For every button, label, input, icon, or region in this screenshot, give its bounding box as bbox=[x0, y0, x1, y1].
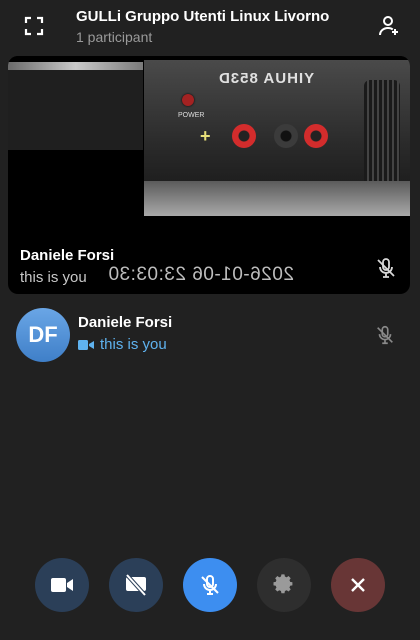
video-feed: YIHUA 853D POWER + bbox=[8, 56, 410, 216]
call-header: GULLi Gruppo Utenti Linux Livorno 1 part… bbox=[0, 0, 420, 52]
call-controls bbox=[0, 558, 420, 614]
toggle-mic-button[interactable] bbox=[183, 558, 237, 612]
participant-status-text: this is you bbox=[100, 336, 167, 353]
video-timestamp: 2026-01-06 23:03:30 bbox=[108, 264, 294, 285]
fullscreen-button[interactable] bbox=[20, 12, 48, 40]
participant-mic-status bbox=[374, 324, 396, 346]
participant-count: 1 participant bbox=[76, 29, 153, 45]
avatar: DF bbox=[16, 308, 70, 362]
settings-button[interactable] bbox=[257, 558, 311, 612]
screen-share-off-icon bbox=[125, 574, 147, 596]
end-call-button[interactable] bbox=[331, 558, 385, 612]
add-participant-button[interactable] bbox=[374, 12, 402, 40]
mic-off-icon bbox=[201, 575, 219, 595]
device-label: YIHUA 853D bbox=[218, 70, 315, 87]
power-label: POWER bbox=[178, 112, 205, 119]
gear-icon bbox=[273, 574, 293, 594]
screen-share-button[interactable] bbox=[109, 558, 163, 612]
video-camera-icon bbox=[78, 339, 94, 350]
mic-off-icon bbox=[377, 325, 393, 345]
video-background-screen bbox=[8, 62, 143, 150]
fullscreen-icon bbox=[24, 16, 44, 36]
toggle-video-button[interactable] bbox=[35, 558, 89, 612]
tile-self-label: this is you bbox=[20, 269, 87, 286]
close-icon bbox=[351, 578, 365, 592]
tile-mic-status bbox=[374, 256, 398, 280]
participant-status: this is you bbox=[78, 336, 167, 353]
tile-participant-name: Daniele Forsi bbox=[20, 247, 115, 264]
mic-off-icon bbox=[377, 258, 395, 278]
chat-title: GULLi Gruppo Utenti Linux Livorno bbox=[76, 8, 330, 25]
video-camera-icon bbox=[51, 578, 73, 592]
participant-list-item[interactable]: DF Daniele Forsi this is you bbox=[0, 306, 420, 366]
self-video-tile[interactable]: YIHUA 853D POWER + Daniele Forsi this is… bbox=[8, 56, 410, 294]
add-participant-icon bbox=[379, 16, 398, 36]
power-led bbox=[182, 94, 194, 106]
participant-name: Daniele Forsi bbox=[78, 314, 173, 331]
